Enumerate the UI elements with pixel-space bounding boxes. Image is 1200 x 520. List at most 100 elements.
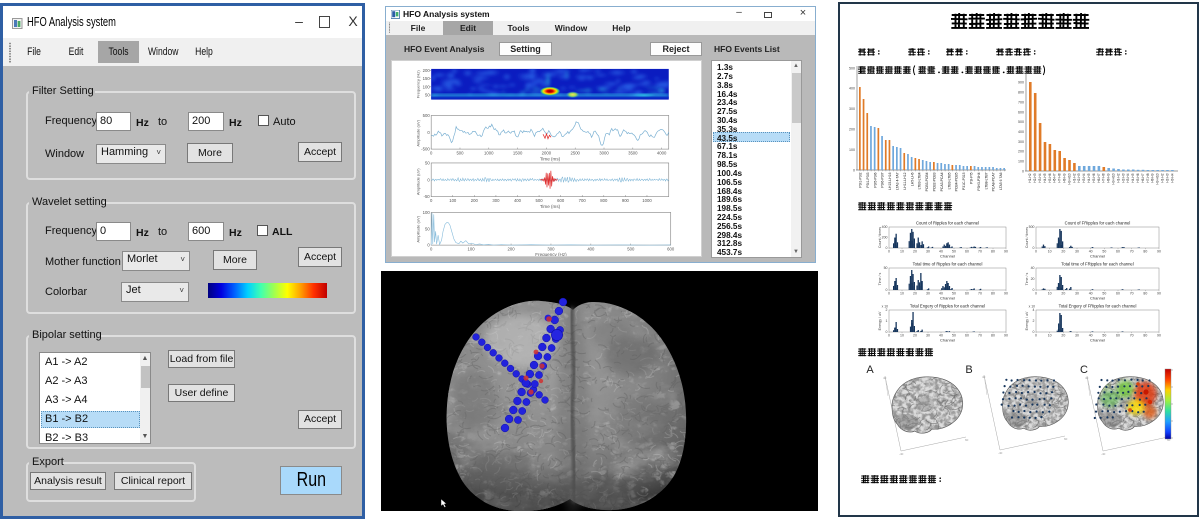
svg-text:400: 400: [1018, 130, 1024, 134]
svg-text:Channel: Channel: [940, 337, 955, 342]
svg-text:60: 60: [965, 438, 969, 442]
svg-text:90: 90: [1157, 334, 1161, 338]
svg-text:400: 400: [849, 87, 855, 91]
svg-text:200: 200: [471, 198, 479, 203]
svg-text:H9-H10: H9-H10: [1156, 173, 1160, 184]
svg-text:H3-H4: H3-H4: [1126, 173, 1130, 182]
svg-text:H5-H6: H5-H6: [1136, 173, 1140, 182]
svg-text:300: 300: [492, 198, 500, 203]
svg-text:x 10: x 10: [882, 305, 889, 309]
svg-text:200: 200: [849, 128, 855, 132]
svg-text:30: 30: [1075, 250, 1079, 254]
svg-text:40: 40: [883, 376, 887, 380]
svg-text:20: 20: [1061, 292, 1065, 296]
svg-text:600: 600: [1018, 110, 1024, 114]
svg-text:70: 70: [978, 334, 982, 338]
svg-text:H4-H5: H4-H5: [1087, 173, 1091, 182]
svg-text:H6-H7: H6-H7: [1053, 173, 1057, 182]
svg-text:H1-H2: H1-H2: [1116, 173, 1120, 182]
svg-text:4000: 4000: [657, 151, 667, 156]
svg-text:H5-H6: H5-H6: [1048, 173, 1052, 182]
svg-text:H3-H4: H3-H4: [1170, 173, 1174, 182]
svg-text:H1-H2: H1-H2: [1161, 173, 1165, 182]
svg-text:200: 200: [423, 68, 431, 73]
svg-text:H5-H6: H5-H6: [1092, 173, 1096, 182]
svg-text:70: 70: [978, 250, 982, 254]
svg-text:80: 80: [991, 292, 995, 296]
svg-text:H8-H9: H8-H9: [1063, 173, 1067, 182]
svg-text:500: 500: [627, 247, 635, 252]
svg-text:20: 20: [1061, 250, 1065, 254]
svg-text:10: 10: [900, 334, 904, 338]
svg-text:100: 100: [423, 210, 431, 215]
svg-text:700: 700: [1018, 100, 1024, 104]
svg-text:0: 0: [430, 247, 433, 252]
svg-text:10: 10: [1048, 292, 1052, 296]
svg-text:0: 0: [430, 198, 433, 203]
svg-text:PCA8-PCA7: PCA8-PCA7: [992, 172, 996, 191]
svg-text:PCA3-PCA4: PCA3-PCA4: [940, 172, 944, 191]
svg-text:Time / s: Time / s: [878, 272, 882, 285]
svg-text:Energy / uV: Energy / uV: [1025, 311, 1029, 330]
svg-text:50: 50: [425, 93, 430, 98]
svg-text:2: 2: [1033, 319, 1035, 323]
svg-text:200: 200: [507, 247, 515, 252]
svg-text:100: 100: [468, 247, 476, 252]
svg-text:30: 30: [1075, 334, 1079, 338]
svg-text:40: 40: [982, 375, 986, 379]
svg-text:90: 90: [1157, 250, 1161, 254]
svg-text:Channel: Channel: [1090, 253, 1105, 258]
svg-text:LTA3 4-TA7: LTA3 4-TA7: [896, 172, 900, 190]
svg-text:Frequency (Hz): Frequency (Hz): [535, 252, 567, 257]
svg-text:10: 10: [900, 250, 904, 254]
svg-text:60: 60: [965, 334, 969, 338]
svg-text:100: 100: [423, 84, 431, 89]
svg-text:3000: 3000: [599, 151, 609, 156]
svg-text:B: B: [965, 364, 972, 376]
svg-text:200: 200: [1018, 150, 1024, 154]
svg-text:LH11-LH12: LH11-LH12: [903, 172, 907, 189]
svg-text:70: 70: [1130, 292, 1134, 296]
svg-text:1: 1: [886, 319, 888, 323]
svg-text:400: 400: [514, 198, 522, 203]
svg-text:Time (ms): Time (ms): [540, 156, 561, 161]
svg-text:90: 90: [1157, 292, 1161, 296]
svg-text:60: 60: [1116, 334, 1120, 338]
svg-text:Count / times: Count / times: [878, 227, 882, 248]
svg-text:3500: 3500: [628, 151, 638, 156]
svg-text:Total Engery of FRipples for e: Total Engery of FRipples for each channe…: [1059, 304, 1137, 309]
svg-text:P3I6-P3I7: P3I6-P3I7: [881, 172, 885, 187]
svg-text:60: 60: [965, 292, 969, 296]
svg-text:500: 500: [1018, 120, 1024, 124]
svg-text:0: 0: [888, 334, 890, 338]
svg-text:300: 300: [849, 107, 855, 111]
svg-text:Count of FRipples for each cha: Count of FRipples for each channel: [1065, 221, 1131, 226]
svg-text:P3I5-P3I6: P3I5-P3I6: [873, 172, 877, 187]
svg-text:90: 90: [1004, 292, 1008, 296]
svg-text:H7-H8: H7-H8: [1058, 173, 1062, 182]
svg-text:H8-H9: H8-H9: [1107, 173, 1111, 182]
svg-text:60: 60: [1064, 437, 1068, 441]
svg-text:0: 0: [1022, 169, 1024, 173]
svg-text:800: 800: [1018, 91, 1024, 95]
svg-text:Total time of FRipples for eac: Total time of FRipples for each channel: [1061, 262, 1133, 267]
svg-text:80: 80: [991, 334, 995, 338]
svg-text:-40: -40: [899, 452, 904, 456]
svg-text:1000: 1000: [1016, 71, 1024, 75]
svg-text:50: 50: [425, 161, 430, 166]
svg-text:300: 300: [1018, 140, 1024, 144]
svg-text:500: 500: [456, 151, 464, 156]
svg-text:0: 0: [1035, 250, 1037, 254]
svg-text:20: 20: [1031, 277, 1035, 281]
svg-text:-40: -40: [1101, 452, 1106, 456]
svg-text:Count / times: Count / times: [1025, 227, 1029, 248]
svg-text:2500: 2500: [570, 151, 580, 156]
svg-text:Energy / uV: Energy / uV: [878, 311, 882, 330]
svg-text:20: 20: [1061, 334, 1065, 338]
svg-text:10: 10: [1048, 250, 1052, 254]
svg-text:H9-H10: H9-H10: [1112, 173, 1116, 184]
svg-text:20: 20: [913, 292, 917, 296]
svg-text:30: 30: [926, 250, 930, 254]
svg-text:0: 0: [888, 292, 890, 296]
svg-text:90: 90: [1004, 334, 1008, 338]
